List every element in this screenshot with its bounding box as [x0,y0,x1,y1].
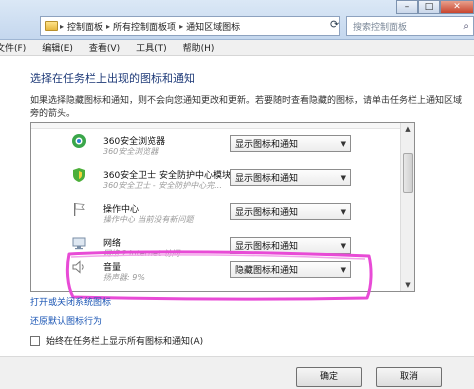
system-icons-link[interactable]: 打开或关闭系统图标 [30,295,111,308]
item-subtitle: 360安全卫士 - 安全防护中心完... [103,181,222,190]
checkbox-box[interactable] [30,335,40,346]
speaker-icon [72,260,84,274]
menu-view[interactable]: 查看(V) [89,41,120,54]
always-show-checkbox[interactable]: 始终在任务栏上显示所有图标和通知(A) [30,334,203,347]
address-bar: ▸ 控制面板 ▸ 所有控制面板项 ▸ 通知区域图标 ⟳ 搜索控制面板 ⌕ – □… [0,0,474,40]
behavior-select[interactable]: 隐藏图标和通知 ▼ [230,261,351,278]
menu-file[interactable]: 文件(F) [0,41,26,54]
select-value: 显示图标和通知 [235,174,299,184]
menu-help[interactable]: 帮助(H) [183,41,215,54]
shield-360-icon [73,168,85,182]
breadcrumb[interactable]: ▸ 控制面板 ▸ 所有控制面板项 ▸ 通知区域图标 [40,16,340,36]
scroll-up-icon[interactable]: ▲ [403,125,413,135]
page-description: 如果选择隐藏图标和通知，则不会向您通知更改和更新。若要随时查看隐藏的图标，请单击… [30,96,463,119]
search-placeholder: 搜索控制面板 [353,22,408,33]
item-subtitle: 操作中心 当前没有新问题 [103,215,194,224]
chevron-right-icon: ▸ [60,21,65,31]
chevron-right-icon: ▸ [106,21,111,31]
behavior-select[interactable]: 显示图标和通知 ▼ [230,203,351,220]
list-item: 操作中心 操作中心 当前没有新问题 显示图标和通知 ▼ [31,195,401,229]
scroll-thumb[interactable] [403,153,413,193]
dialog-footer: 确定 取消 [0,356,474,389]
window-controls: – □ ✕ [396,0,474,14]
chevron-down-icon: ▼ [340,265,346,274]
list-item: 360安全卫士 安全防护中心模块 360安全卫士 - 安全防护中心完... 显示… [31,161,401,195]
browser-360-icon [72,134,86,148]
maximize-button[interactable]: □ [418,0,440,14]
menu-tools[interactable]: 工具(T) [136,41,167,54]
ok-button[interactable]: 确定 [296,367,362,387]
cancel-button[interactable]: 取消 [376,367,442,387]
behavior-select[interactable]: 显示图标和通知 ▼ [230,169,351,186]
item-subtitle: 360安全浏览器 [103,147,159,156]
network-icon [72,237,86,250]
search-icon[interactable]: ⌕ [463,21,469,32]
flag-icon [74,203,85,216]
item-subtitle: 扬声器: 9% [103,273,145,282]
chevron-down-icon: ▼ [340,139,346,148]
select-value: 显示图标和通知 [235,140,299,150]
list-item: 音量 扬声器: 9% 隐藏图标和通知 ▼ [31,253,401,287]
breadcrumb-item[interactable]: 所有控制面板项 [113,20,176,33]
chevron-down-icon: ▼ [340,241,346,250]
menu-bar: 文件(F) 编辑(E) 查看(V) 工具(T) 帮助(H) [0,40,474,56]
breadcrumb-item[interactable]: 通知区域图标 [186,20,240,33]
checkbox-label: 始终在任务栏上显示所有图标和通知(A) [46,337,204,347]
behavior-select[interactable]: 显示图标和通知 ▼ [230,237,351,254]
page-title: 选择在任务栏上出现的图标和通知 [30,72,195,85]
restore-default-link[interactable]: 还原默认图标行为 [30,314,102,327]
chevron-right-icon: ▸ [179,21,184,31]
refresh-icon[interactable]: ⟳ [330,18,344,34]
behavior-select[interactable]: 显示图标和通知 ▼ [230,135,351,152]
scroll-down-icon[interactable]: ▼ [403,281,413,291]
breadcrumb-item[interactable]: 控制面板 [67,20,103,33]
close-button[interactable]: ✕ [440,0,474,14]
chevron-down-icon: ▼ [340,207,346,216]
search-input[interactable]: 搜索控制面板 ⌕ [346,16,474,36]
list-item: 360安全浏览器 360安全浏览器 显示图标和通知 ▼ [31,127,401,161]
menu-edit[interactable]: 编辑(E) [42,41,73,54]
select-value: 隐藏图标和通知 [235,266,299,276]
select-value: 显示图标和通知 [235,242,299,252]
minimize-button[interactable]: – [396,0,418,14]
icon-list: 360安全浏览器 360安全浏览器 显示图标和通知 ▼ 360安全卫士 安全防护… [30,122,415,292]
chevron-down-icon: ▼ [340,173,346,182]
select-value: 显示图标和通知 [235,208,299,218]
vertical-scrollbar[interactable]: ▲ ▼ [400,123,414,291]
folder-icon [45,21,58,31]
